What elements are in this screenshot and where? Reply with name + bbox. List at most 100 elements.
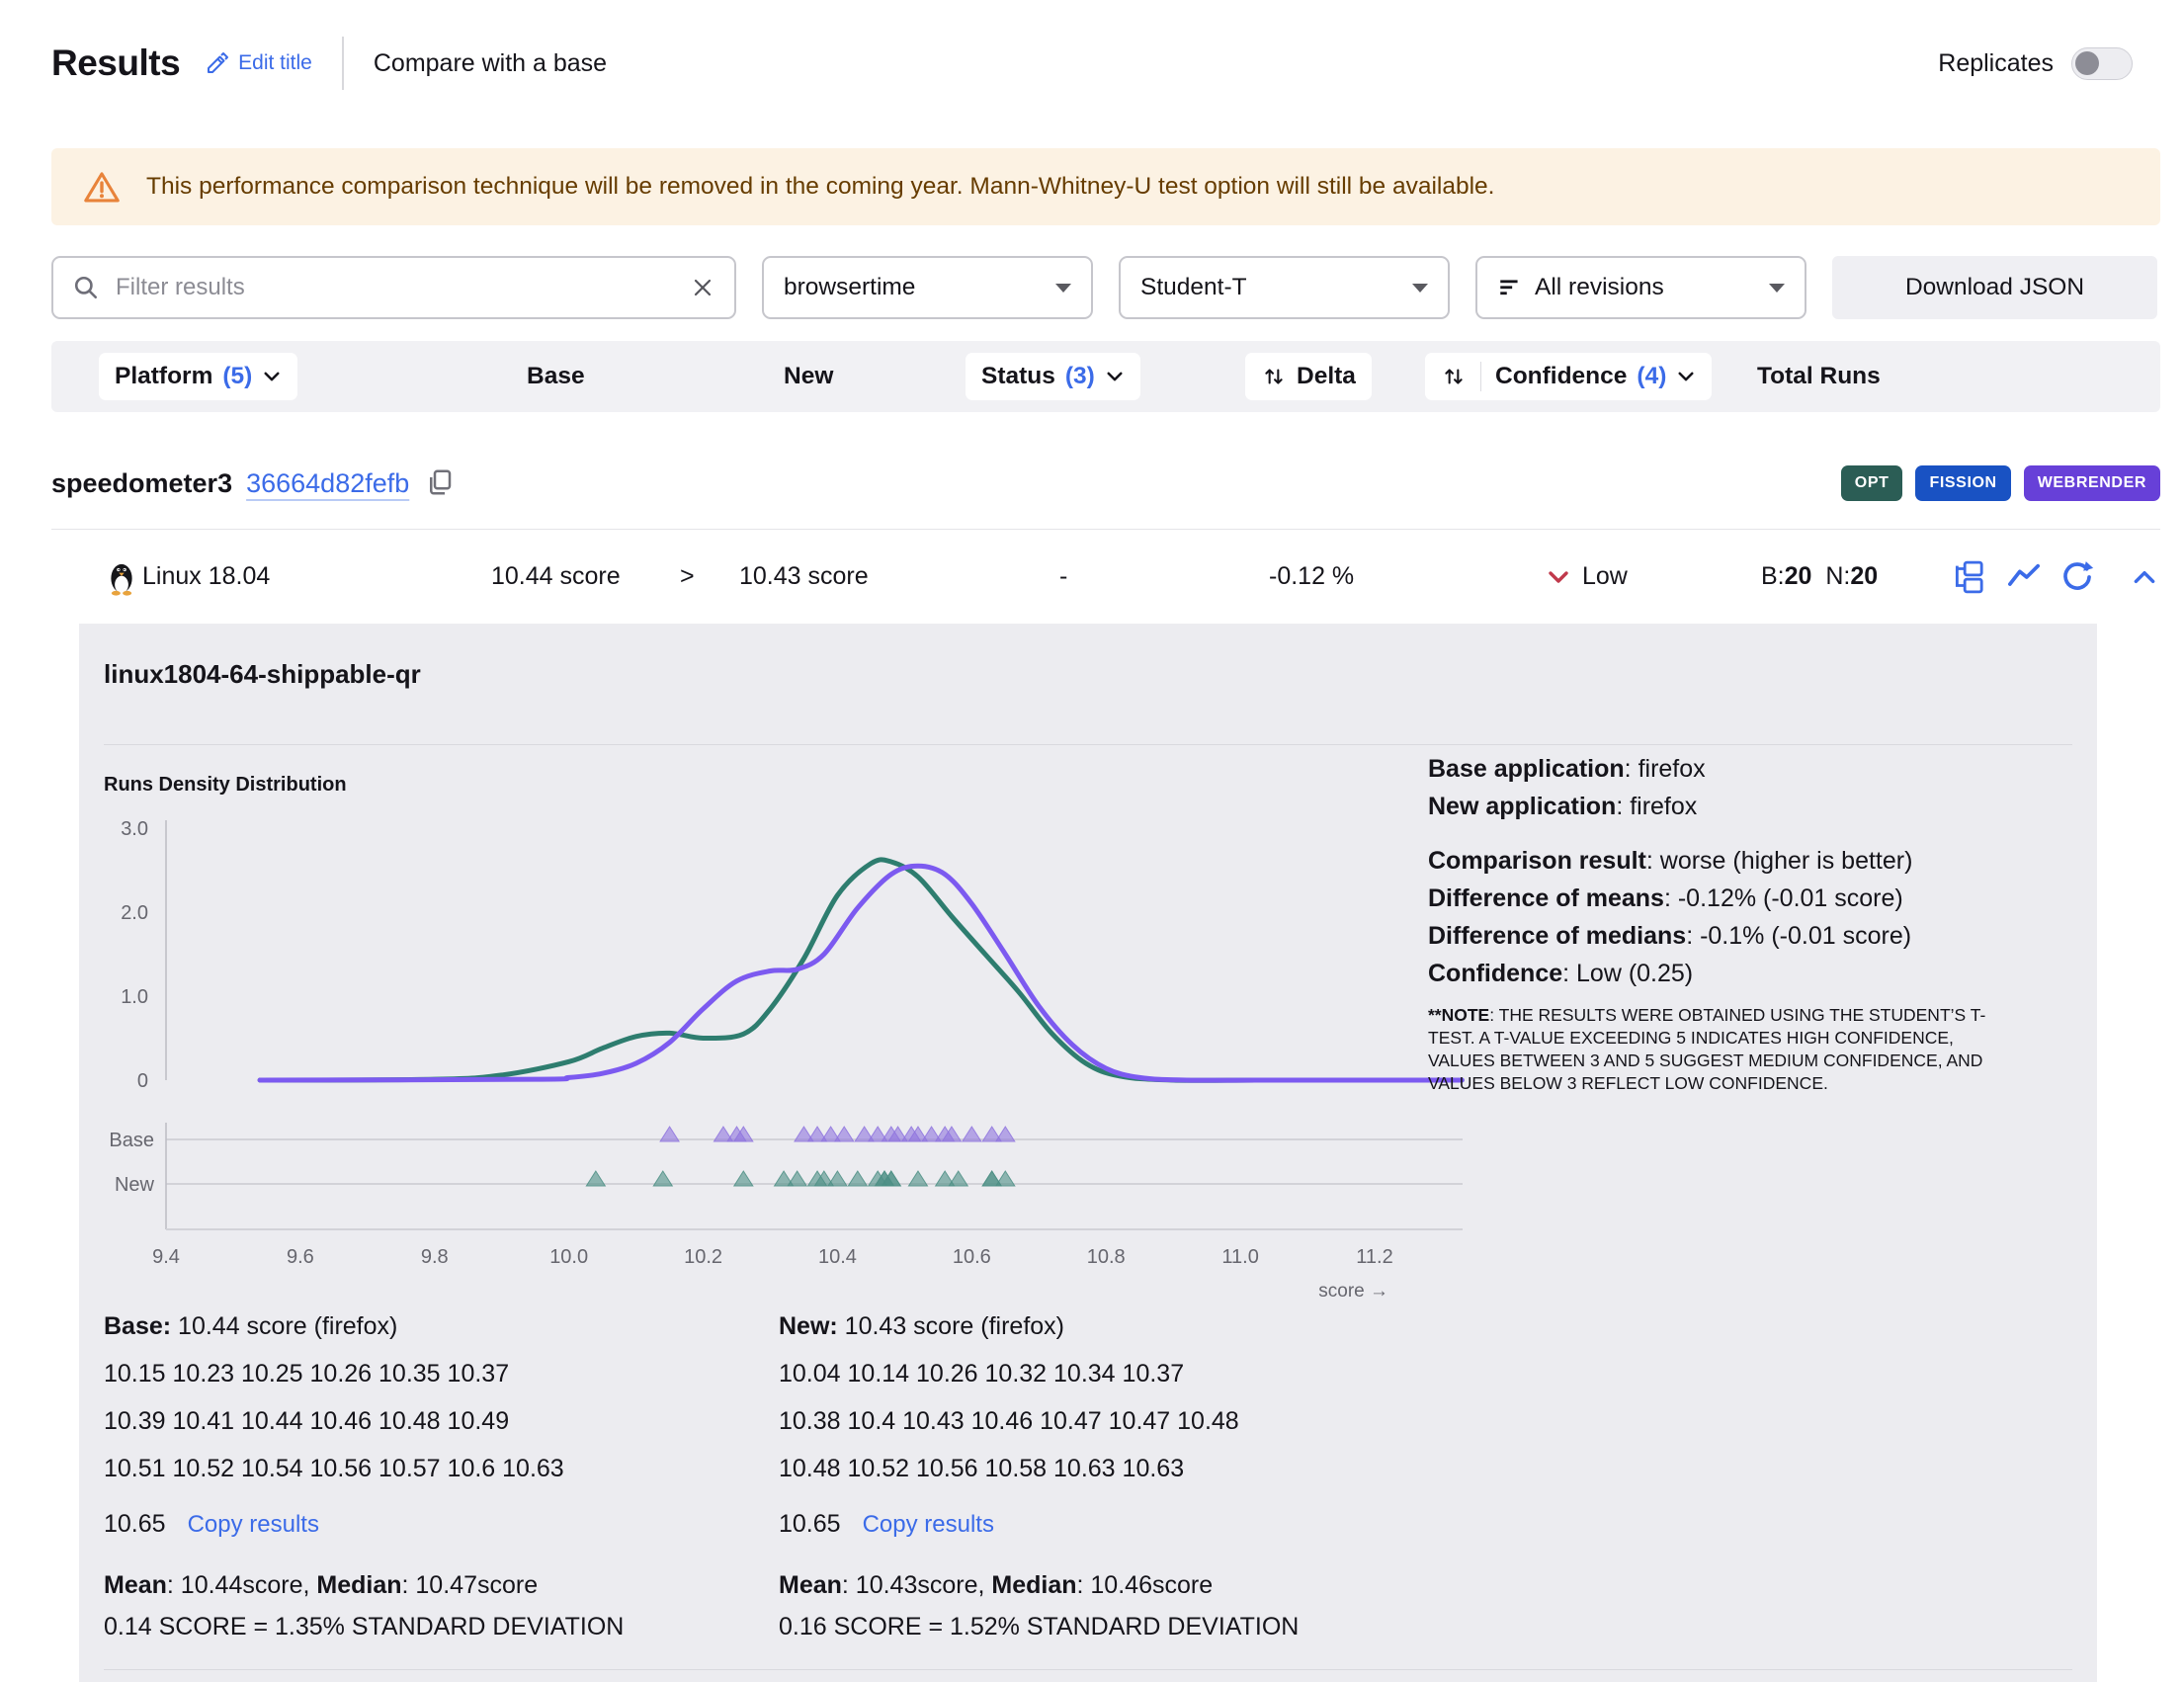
page-title: Results xyxy=(51,42,180,84)
collapse-row-button[interactable] xyxy=(2131,563,2158,591)
run-values-line: 10.15 10.23 10.25 10.26 10.35 10.37 xyxy=(104,1359,746,1388)
sort-arrows-icon xyxy=(1441,364,1467,389)
subtests-button[interactable] xyxy=(1951,560,1984,594)
runs-base-label: B: xyxy=(1761,562,1785,591)
svg-text:10.8: 10.8 xyxy=(1087,1246,1126,1268)
column-new: New xyxy=(784,341,833,412)
linux-icon xyxy=(107,530,136,624)
status-label: Status xyxy=(981,363,1055,390)
search-icon xyxy=(73,275,99,300)
revisions-selected: All revisions xyxy=(1535,274,1664,301)
revision-header-row: speedometer3 36664d82fefb OPT FISSION WEBR… xyxy=(51,455,2160,512)
pencil-icon xyxy=(206,51,229,75)
platform-filter-chip[interactable]: Platform (5) xyxy=(99,353,297,400)
badge-fission: FISSION xyxy=(1915,465,2010,501)
svg-text:10.2: 10.2 xyxy=(684,1246,722,1268)
expanded-detail-panel: linux1804-64-shippable-qr Runs Density D… xyxy=(79,624,2097,1682)
chevron-down-icon xyxy=(1676,367,1696,386)
confidence-label: Confidence xyxy=(1495,363,1627,390)
runs-new-label: N: xyxy=(1825,562,1850,591)
page-header: Results Edit title Compare with a base R… xyxy=(51,34,2133,93)
row-base-value: 10.44 score xyxy=(491,530,621,624)
mean-median-line: Mean: 10.43score, Median: 10.46score xyxy=(779,1570,1421,1600)
info-line: Difference of means: -0.12% (-0.01 score… xyxy=(1428,880,2085,917)
search-input[interactable] xyxy=(114,273,676,302)
download-json-button[interactable]: Download JSON xyxy=(1832,256,2157,319)
badge-webrender: WEBRENDER xyxy=(2024,465,2160,501)
comparison-mode-label: Compare with a base xyxy=(374,49,607,78)
info-line: Base application: firefox xyxy=(1428,750,2085,788)
row-confidence: Low xyxy=(1582,530,1628,624)
chevron-down-icon xyxy=(1105,367,1125,386)
copy-icon xyxy=(425,467,455,497)
svg-text:10.4: 10.4 xyxy=(818,1246,857,1268)
regression-chevron-down-icon xyxy=(1546,530,1571,624)
status-filter-chip[interactable]: Status (3) xyxy=(966,353,1140,400)
svg-text:score →: score → xyxy=(1318,1281,1388,1302)
stddev-line: 0.14 SCORE = 1.35% STANDARD DEVIATION xyxy=(104,1612,746,1641)
run-values-line: 10.65Copy results xyxy=(104,1509,746,1540)
test-type-dropdown[interactable]: Student-T xyxy=(1119,256,1450,319)
svg-text:9.4: 9.4 xyxy=(152,1246,180,1268)
edit-title-button[interactable]: Edit title xyxy=(206,51,312,75)
retrigger-button[interactable] xyxy=(2060,560,2094,594)
svg-text:11.0: 11.0 xyxy=(1221,1246,1258,1268)
revisions-dropdown[interactable]: All revisions xyxy=(1475,256,1806,319)
info-line: New application: firefox xyxy=(1428,788,2085,825)
info-line: Comparison result: worse (higher is bett… xyxy=(1428,842,2085,880)
test-selected: Student-T xyxy=(1140,274,1247,301)
run-values-line: 10.51 10.52 10.54 10.56 10.57 10.6 10.63 xyxy=(104,1454,746,1483)
edit-title-label: Edit title xyxy=(238,51,312,75)
column-total-runs: Total Runs xyxy=(1757,341,1881,412)
copy-hash-button[interactable] xyxy=(423,465,457,502)
replicates-toggle[interactable] xyxy=(2071,47,2133,80)
svg-text:3.0: 3.0 xyxy=(121,818,148,840)
row-comparison-sign: > xyxy=(680,530,695,624)
replicates-control: Replicates xyxy=(1938,47,2133,80)
info-panel: Base application: firefoxNew application… xyxy=(1428,750,2085,992)
chevron-up-icon xyxy=(2131,563,2158,591)
status-count: (3) xyxy=(1065,363,1095,390)
suite-name: speedometer3 xyxy=(51,468,232,499)
header-divider xyxy=(342,37,344,90)
badge-list: OPT FISSION WEBRENDER xyxy=(1841,465,2160,501)
runs-density-chart: 3.02.01.00BaseNew9.49.69.810.010.210.410… xyxy=(89,806,1472,1305)
stats-summary: New: 10.43 score (firefox) xyxy=(779,1311,1421,1341)
svg-text:Base: Base xyxy=(109,1130,154,1151)
confidence-count: (4) xyxy=(1637,363,1666,390)
sort-arrows-icon xyxy=(1261,364,1287,389)
svg-text:9.8: 9.8 xyxy=(421,1246,449,1268)
delta-sort-chip[interactable]: Delta xyxy=(1245,353,1372,400)
revision-hash-link[interactable]: 36664d82fefb xyxy=(246,468,409,499)
chevron-down-icon xyxy=(1412,284,1428,293)
confidence-sort-chip[interactable]: Confidence (4) xyxy=(1425,353,1712,400)
run-values-line: 10.39 10.41 10.44 10.46 10.48 10.49 xyxy=(104,1406,746,1436)
new-stats-column: New: 10.43 score (firefox)10.04 10.14 10… xyxy=(779,1311,1421,1641)
filter-toolbar: browsertime Student-T All revisions Down… xyxy=(51,256,2160,319)
clear-search-icon[interactable] xyxy=(691,276,714,299)
svg-text:0: 0 xyxy=(137,1070,148,1092)
search-box xyxy=(51,256,736,319)
sort-lines-icon xyxy=(1497,275,1523,300)
divider xyxy=(104,744,2072,745)
svg-text:1.0: 1.0 xyxy=(121,986,148,1008)
row-new-value: 10.43 score xyxy=(739,530,869,624)
row-platform: Linux 18.04 xyxy=(142,530,270,624)
run-values-line: 10.48 10.52 10.56 10.58 10.63 10.63 xyxy=(779,1454,1421,1483)
svg-text:10.6: 10.6 xyxy=(953,1246,991,1268)
runs-new-count: 20 xyxy=(1850,562,1878,591)
refresh-icon xyxy=(2060,560,2094,594)
platform-result-row: Linux 18.04 10.44 score > 10.43 score - … xyxy=(51,530,2160,624)
run-values-line: 10.38 10.4 10.43 10.46 10.47 10.47 10.48 xyxy=(779,1406,1421,1436)
copy-results-link[interactable]: Copy results xyxy=(863,1511,994,1538)
chevron-down-icon xyxy=(1769,284,1785,293)
framework-dropdown[interactable]: browsertime xyxy=(762,256,1093,319)
chart-title: Runs Density Distribution xyxy=(104,774,347,797)
base-stats-column: Base: 10.44 score (firefox)10.15 10.23 1… xyxy=(104,1311,746,1641)
graph-button[interactable] xyxy=(2007,560,2041,594)
copy-results-link[interactable]: Copy results xyxy=(188,1511,319,1538)
svg-text:10.0: 10.0 xyxy=(549,1246,588,1268)
badge-opt: OPT xyxy=(1841,465,1903,501)
divider xyxy=(104,1669,2072,1670)
info-line: Confidence: Low (0.25) xyxy=(1428,955,2085,992)
